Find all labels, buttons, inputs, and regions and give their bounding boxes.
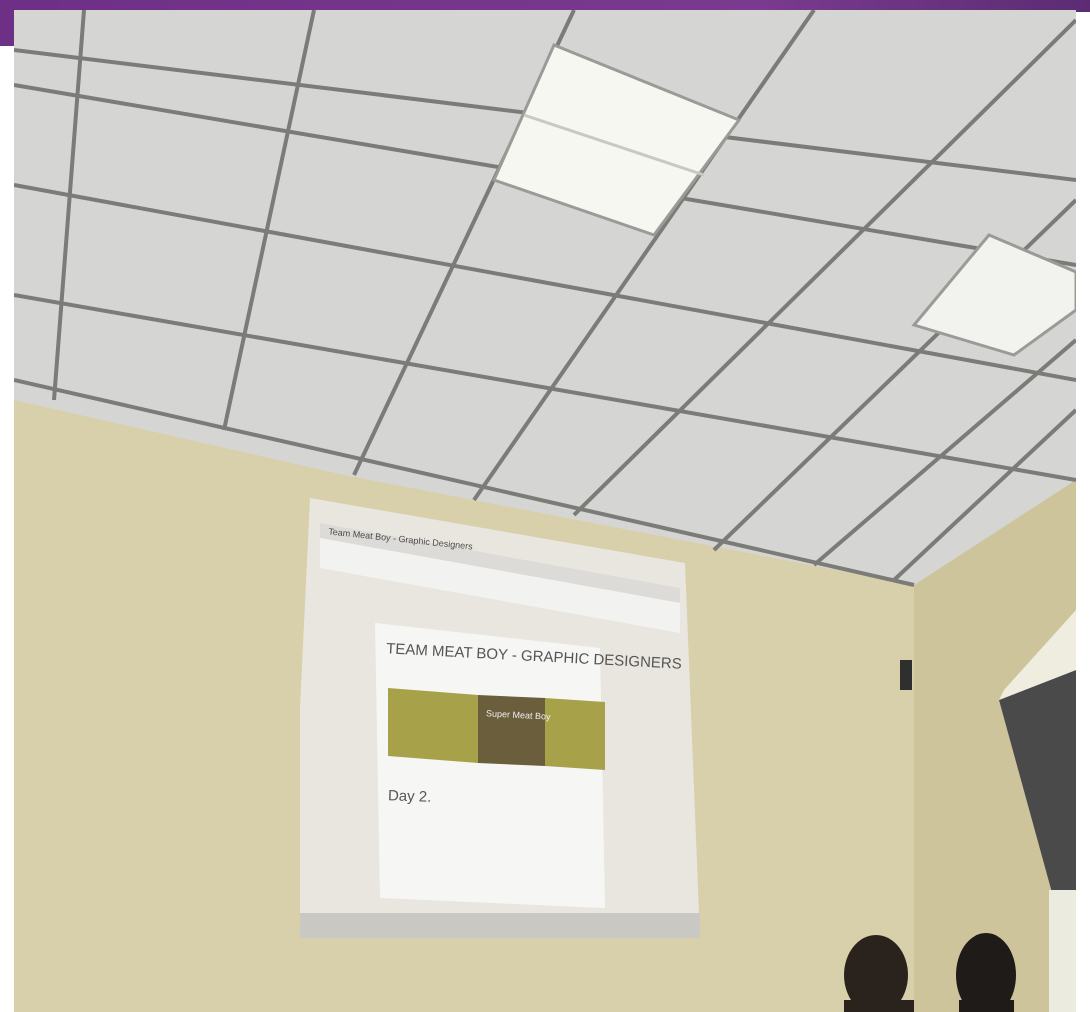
- section-heading: Day 2.: [387, 787, 432, 806]
- banner-middle: [478, 695, 545, 766]
- window-frame: [1049, 890, 1076, 1012]
- photo-frame: Team Meat Boy - Graphic Designers TEAM M…: [0, 0, 1090, 1012]
- banner-right: [545, 698, 605, 770]
- banner-left: [388, 688, 478, 763]
- classroom-photo: Team Meat Boy - Graphic Designers TEAM M…: [14, 10, 1076, 1012]
- projected-screen: Team Meat Boy - Graphic Designers TEAM M…: [290, 498, 700, 938]
- wall-device: [900, 660, 912, 690]
